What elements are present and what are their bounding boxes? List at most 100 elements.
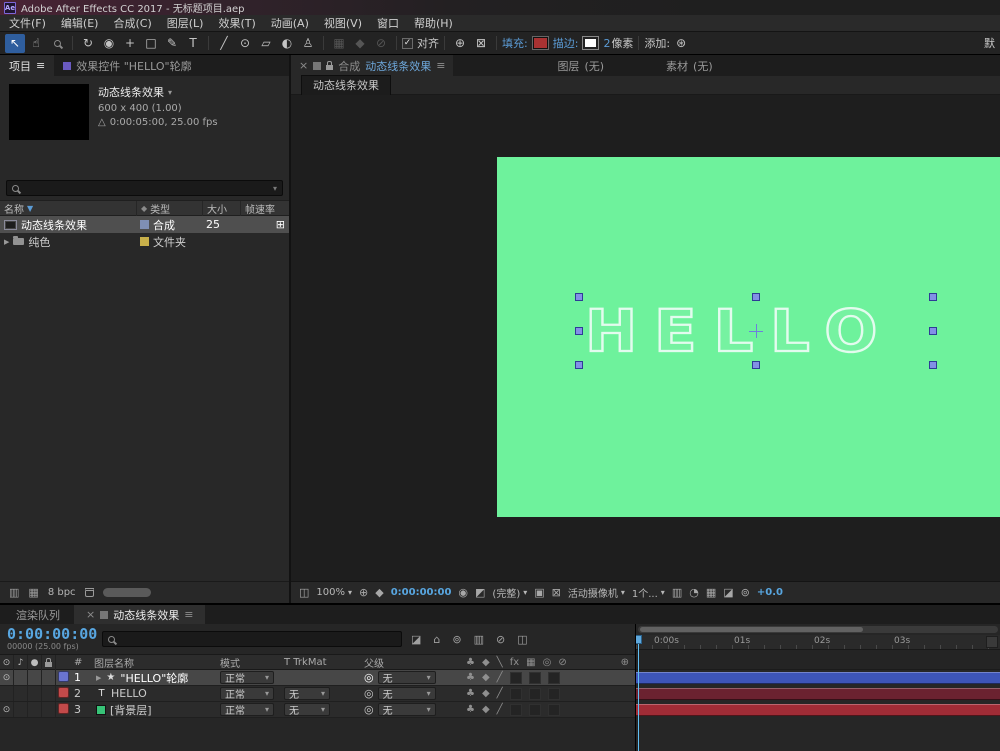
column-type[interactable]: ◆ 类型: [136, 201, 202, 216]
pen-tool-icon[interactable]: ✎: [162, 34, 182, 53]
project-item-composition[interactable]: 动态线条效果 合成 25 ⊞: [0, 216, 289, 233]
selected-item-name[interactable]: 动态线条效果 ▾: [98, 84, 218, 100]
video-column-icon[interactable]: ⊙: [0, 655, 14, 670]
audio-toggle[interactable]: [14, 686, 28, 701]
layer-switch-cell[interactable]: [547, 703, 560, 716]
mode-select[interactable]: 正常 ▾: [220, 703, 274, 717]
menu-effect[interactable]: 效果(T): [218, 15, 255, 31]
pickwhip-icon[interactable]: ◎: [364, 687, 374, 700]
layer-switch-cell[interactable]: [509, 671, 522, 684]
layer-switch-cell[interactable]: [528, 687, 541, 700]
layer-switch-cell[interactable]: [509, 687, 522, 700]
view-layout-select[interactable]: 1个... ▾: [632, 585, 665, 600]
expand-caret-icon[interactable]: ▶: [4, 238, 9, 246]
audio-toggle[interactable]: [14, 670, 28, 685]
solo-toggle[interactable]: [28, 686, 42, 701]
menu-file[interactable]: 文件(F): [9, 15, 46, 31]
solo-toggle[interactable]: [28, 670, 42, 685]
layer-row-2[interactable]: 2 T HELLO 正常 ▾ 无 ▾ ◎ 无 ▾ ♣ ◆ ╱: [0, 686, 635, 702]
pixel-aspect-icon[interactable]: ▥: [672, 586, 682, 599]
layer-switch-cell[interactable]: [509, 703, 522, 716]
snap-option-icon[interactable]: ⊕: [450, 34, 470, 53]
menu-edit[interactable]: 编辑(E): [61, 15, 99, 31]
solo-toggle[interactable]: [28, 702, 42, 717]
layer-label-chip[interactable]: [58, 686, 69, 698]
trkmat-select[interactable]: 无 ▾: [284, 703, 330, 717]
current-time-indicator[interactable]: [638, 635, 639, 751]
quality-switch-icon[interactable]: ╱: [497, 704, 503, 715]
brush-tool-icon[interactable]: ╱: [214, 34, 234, 53]
camera-tool-icon[interactable]: ◉: [99, 34, 119, 53]
menu-view[interactable]: 视图(V): [324, 15, 362, 31]
menu-window[interactable]: 窗口: [377, 15, 399, 31]
collapse-switch-icon[interactable]: ◆: [482, 704, 490, 715]
exposure-reset-icon[interactable]: ⊚: [741, 586, 750, 599]
tab-layer-viewer[interactable]: 图层 (无): [549, 55, 612, 76]
shy-switch-icon[interactable]: ♣: [466, 672, 475, 683]
stroke-label[interactable]: 描边:: [553, 35, 579, 51]
column-trkmat[interactable]: T TrkMat: [284, 657, 364, 668]
collapse-switch-icon[interactable]: ◆: [482, 688, 490, 699]
pickwhip-icon[interactable]: ◎: [364, 703, 374, 716]
parent-select[interactable]: 无 ▾: [377, 703, 436, 717]
current-time[interactable]: 0:00:00:00: [391, 587, 452, 598]
close-tab-icon[interactable]: ×: [299, 59, 308, 72]
frame-blend-header-icon[interactable]: ▦: [526, 657, 535, 668]
tab-render-queue[interactable]: 渲染队列: [4, 605, 72, 624]
menu-composition[interactable]: 合成(C): [113, 15, 151, 31]
exposure-value[interactable]: +0.0: [757, 587, 783, 598]
timeline-button-icon[interactable]: ▦: [706, 586, 716, 599]
audio-column-icon[interactable]: ♪: [14, 655, 28, 670]
eraser-tool-icon[interactable]: ▱: [256, 34, 276, 53]
layer-switch-cell[interactable]: [528, 703, 541, 716]
pan-behind-tool-icon[interactable]: +: [120, 34, 140, 53]
expand-columns-icon[interactable]: ⊕: [621, 657, 629, 668]
tab-timeline-comp[interactable]: × 动态线条效果 ≡: [74, 605, 206, 624]
comp-mini-flowchart-icon[interactable]: ◪: [411, 633, 421, 646]
quality-switch-icon[interactable]: ╱: [497, 688, 503, 699]
quality-header-icon[interactable]: ╲: [497, 657, 503, 668]
roto-brush-tool-icon[interactable]: ◐: [277, 34, 297, 53]
collapse-header-icon[interactable]: ◆: [482, 657, 490, 668]
time-ruler[interactable]: 0:00s 01s 02s 03s: [636, 635, 1000, 650]
layer-row-3[interactable]: ⊙ 3 [背景层] 正常 ▾ 无 ▾ ◎ 无 ▾ ♣ ◆ ╱: [0, 702, 635, 718]
layer-name[interactable]: "HELLO"轮廓: [120, 670, 188, 686]
snap-checkbox[interactable]: ✓: [402, 37, 413, 49]
tab-footage-viewer[interactable]: 素材 (无): [658, 55, 721, 76]
layer-label-chip[interactable]: [58, 670, 69, 682]
layer-bar-2[interactable]: [636, 688, 1000, 700]
motion-blur-icon[interactable]: ⊘: [496, 633, 505, 646]
frame-blending-icon[interactable]: ▥: [474, 633, 484, 646]
search-options-caret-icon[interactable]: ▾: [273, 184, 277, 193]
selection-handle[interactable]: [929, 361, 937, 369]
fx-header-icon[interactable]: fx: [510, 657, 519, 668]
timeline-track-area[interactable]: 0:00s 01s 02s 03s: [636, 624, 1000, 751]
project-item-folder[interactable]: ▶ 纯色 文件夹: [0, 233, 289, 250]
column-name[interactable]: 名称 ▼: [0, 201, 136, 216]
lock-icon[interactable]: [326, 60, 334, 70]
panel-menu-icon[interactable]: ≡: [184, 608, 193, 621]
puppet-pin-tool-icon[interactable]: ♙: [298, 34, 318, 53]
layer-name[interactable]: HELLO: [111, 687, 147, 700]
playhead-handle[interactable]: [636, 635, 642, 644]
lock-toggle[interactable]: [42, 702, 56, 717]
zoom-tool-icon[interactable]: [47, 34, 67, 53]
zoom-select[interactable]: 100% ▾: [316, 587, 352, 598]
layer-switch-cell[interactable]: [547, 687, 560, 700]
shape-tool-icon[interactable]: □: [141, 34, 161, 53]
selection-handle[interactable]: [575, 293, 583, 301]
tab-composition[interactable]: × 合成 动态线条效果 ≡: [291, 55, 454, 76]
selection-handle[interactable]: [752, 293, 760, 301]
menu-layer[interactable]: 图层(L): [167, 15, 204, 31]
layer-switch-cell[interactable]: [547, 671, 560, 684]
video-eye-icon[interactable]: [0, 686, 14, 701]
flag-caret-icon[interactable]: ▾: [168, 88, 172, 97]
camera-view-select[interactable]: 活动摄像机 ▾: [568, 585, 625, 600]
clone-stamp-tool-icon[interactable]: ⊙: [235, 34, 255, 53]
workspace-label[interactable]: 默: [984, 35, 995, 51]
interpret-footage-icon[interactable]: ▥: [9, 586, 19, 599]
project-bit-depth[interactable]: 8 bpc: [48, 587, 76, 598]
column-rate[interactable]: 帧速率: [240, 201, 289, 216]
current-timecode[interactable]: 0:00:00:00: [7, 626, 97, 643]
column-layer-name[interactable]: 图层名称: [94, 655, 220, 670]
